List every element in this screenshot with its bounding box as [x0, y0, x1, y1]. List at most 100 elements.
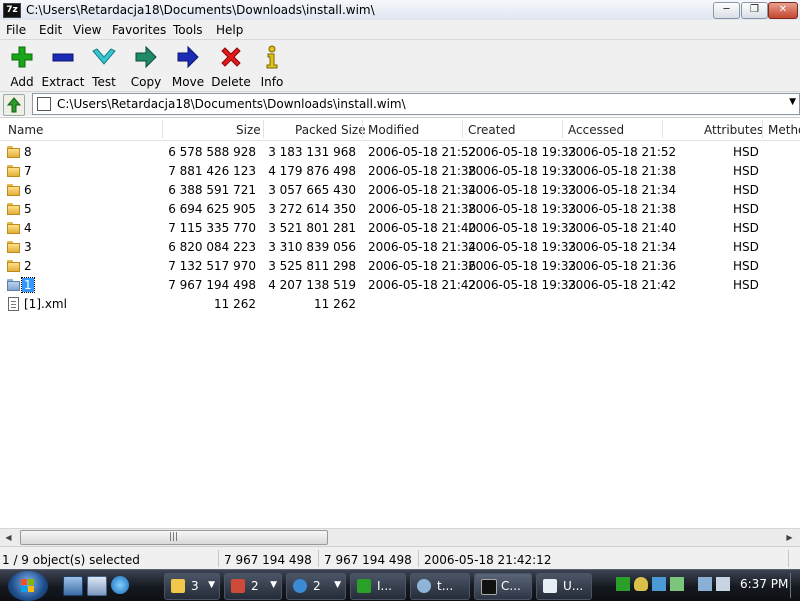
minus-icon	[51, 45, 75, 69]
item-name: 5	[24, 202, 32, 216]
clock[interactable]: 6:37 PM	[740, 577, 788, 591]
volume-muted-icon[interactable]	[716, 577, 730, 591]
item-name: 6	[24, 183, 32, 197]
chevron-down-icon[interactable]: ▼	[789, 97, 796, 107]
extract-button[interactable]: Extract	[41, 45, 85, 89]
switch-windows-icon[interactable]	[87, 576, 107, 596]
item-accessed: 2006-05-18 21:36	[568, 259, 677, 273]
test-label: Test	[92, 75, 116, 89]
close-button[interactable]: ✕	[768, 2, 798, 19]
column-header: Name Size Packed Size Modified Created A…	[0, 118, 800, 141]
column-size[interactable]: Size	[236, 123, 261, 137]
column-packed-size[interactable]: Packed Size	[295, 123, 366, 137]
document-icon	[543, 579, 557, 593]
address-bar: C:\Users\Retardacja18\Documents\Download…	[0, 92, 800, 116]
app-tray-icon[interactable]	[670, 577, 684, 591]
item-attributes: HSD	[733, 240, 759, 254]
path-field[interactable]: C:\Users\Retardacja18\Documents\Download…	[32, 93, 800, 115]
item-packed-size: 3 525 811 298	[268, 259, 356, 273]
network-icon[interactable]	[698, 577, 712, 591]
path-text: C:\Users\Retardacja18\Documents\Download…	[57, 97, 406, 111]
up-folder-button[interactable]	[3, 94, 25, 116]
item-accessed: 2006-05-18 21:40	[568, 221, 677, 235]
delete-button[interactable]: Delete	[209, 45, 253, 89]
item-size: 6 820 084 223	[168, 240, 256, 254]
list-item[interactable]: 4 7 115 335 770 3 521 801 281 2006-05-18…	[0, 219, 800, 238]
horizontal-scrollbar[interactable]: ◀ ||| ▶	[0, 528, 800, 546]
add-button[interactable]: Add	[0, 45, 44, 89]
info-button[interactable]: Info	[250, 45, 294, 89]
item-modified: 2006-05-18 21:42	[368, 278, 477, 292]
window-title: C:\Users\Retardacja18\Documents\Download…	[26, 3, 375, 17]
taskbar-task[interactable]: t...	[410, 573, 470, 600]
item-packed-size: 4 179 876 498	[268, 164, 356, 178]
column-attributes[interactable]: Attributes	[704, 123, 763, 137]
item-modified: 2006-05-18 21:40	[368, 221, 477, 235]
item-size: 7 115 335 770	[168, 221, 256, 235]
column-accessed[interactable]: Accessed	[568, 123, 624, 137]
start-button[interactable]	[8, 571, 48, 601]
task-label: I...	[377, 579, 392, 593]
column-name[interactable]: Name	[8, 123, 43, 137]
flag-tray-icon[interactable]	[616, 577, 630, 591]
item-name: 3	[24, 240, 32, 254]
item-name: 1	[21, 277, 35, 293]
up-arrow-icon	[6, 97, 22, 113]
task-label: 2	[251, 579, 259, 593]
folder-icon	[7, 241, 20, 253]
7zip-app-icon[interactable]: 7z	[3, 3, 21, 18]
taskbar-task[interactable]: I...	[350, 573, 406, 600]
taskbar-group-app[interactable]: 2 ▼	[224, 573, 282, 600]
minimize-button[interactable]: ─	[713, 2, 740, 19]
menu-tools[interactable]: Tools	[173, 23, 203, 37]
list-item[interactable]: [1].xml 11 262 11 262	[0, 295, 800, 314]
test-button[interactable]: Test	[82, 45, 126, 89]
list-item[interactable]: 6 6 388 591 721 3 057 665 430 2006-05-18…	[0, 181, 800, 200]
column-created[interactable]: Created	[468, 123, 516, 137]
taskbar-task[interactable]: U...	[536, 573, 592, 600]
item-accessed: 2006-05-18 21:42	[568, 278, 677, 292]
toolbar: Add Extract Test Copy Move Delete Info	[0, 40, 800, 92]
list-item-selected[interactable]: 1 7 967 194 498 4 207 138 519 2006-05-18…	[0, 276, 800, 295]
item-accessed: 2006-05-18 21:38	[568, 202, 677, 216]
list-item[interactable]: 3 6 820 084 223 3 310 839 056 2006-05-18…	[0, 238, 800, 257]
internet-explorer-icon[interactable]	[111, 576, 129, 594]
list-item[interactable]: 8 6 578 588 928 3 183 131 968 2006-05-18…	[0, 143, 800, 162]
folder-icon	[7, 146, 20, 158]
task-label: 3	[191, 579, 199, 593]
menu-help[interactable]: Help	[216, 23, 243, 37]
item-modified: 2006-05-18 21:34	[368, 240, 477, 254]
list-item[interactable]: 7 7 881 426 123 4 179 876 498 2006-05-18…	[0, 162, 800, 181]
copy-button[interactable]: Copy	[124, 45, 168, 89]
app-tray-icon[interactable]	[652, 577, 666, 591]
menu-favorites[interactable]: Favorites	[112, 23, 166, 37]
add-label: Add	[10, 75, 34, 89]
show-desktop-icon[interactable]	[63, 576, 83, 596]
show-desktop-button[interactable]	[790, 573, 799, 598]
task-label: C...	[501, 579, 521, 593]
list-item[interactable]: 5 6 694 625 905 3 272 614 350 2006-05-18…	[0, 200, 800, 219]
taskbar-group-explorer[interactable]: 3 ▼	[164, 573, 220, 600]
column-method[interactable]: Metho	[768, 123, 800, 137]
item-size: 6 694 625 905	[168, 202, 256, 216]
column-modified[interactable]: Modified	[368, 123, 419, 137]
taskbar-group-ie[interactable]: 2 ▼	[286, 573, 346, 600]
item-name: 4	[24, 221, 32, 235]
list-item[interactable]: 2 7 132 517 970 3 525 811 298 2006-05-18…	[0, 257, 800, 276]
scrollbar-thumb[interactable]: |||	[20, 530, 328, 545]
file-list[interactable]: Name Size Packed Size Modified Created A…	[0, 117, 800, 529]
menu-file[interactable]: File	[6, 23, 26, 37]
scroll-right-button[interactable]: ▶	[783, 531, 796, 544]
item-accessed: 2006-05-18 21:38	[568, 164, 677, 178]
taskbar-task-7zip[interactable]: C...	[474, 573, 532, 600]
menu-edit[interactable]: Edit	[39, 23, 62, 37]
item-created: 2006-05-18 19:33	[468, 164, 577, 178]
item-packed-size: 11 262	[314, 297, 356, 311]
menu-view[interactable]: View	[73, 23, 101, 37]
maximize-button[interactable]: ❐	[741, 2, 768, 19]
scroll-left-button[interactable]: ◀	[2, 531, 15, 544]
item-created: 2006-05-18 19:33	[468, 202, 577, 216]
shield-tray-icon[interactable]	[634, 577, 648, 591]
folder-icon	[7, 184, 20, 196]
move-button[interactable]: Move	[166, 45, 210, 89]
